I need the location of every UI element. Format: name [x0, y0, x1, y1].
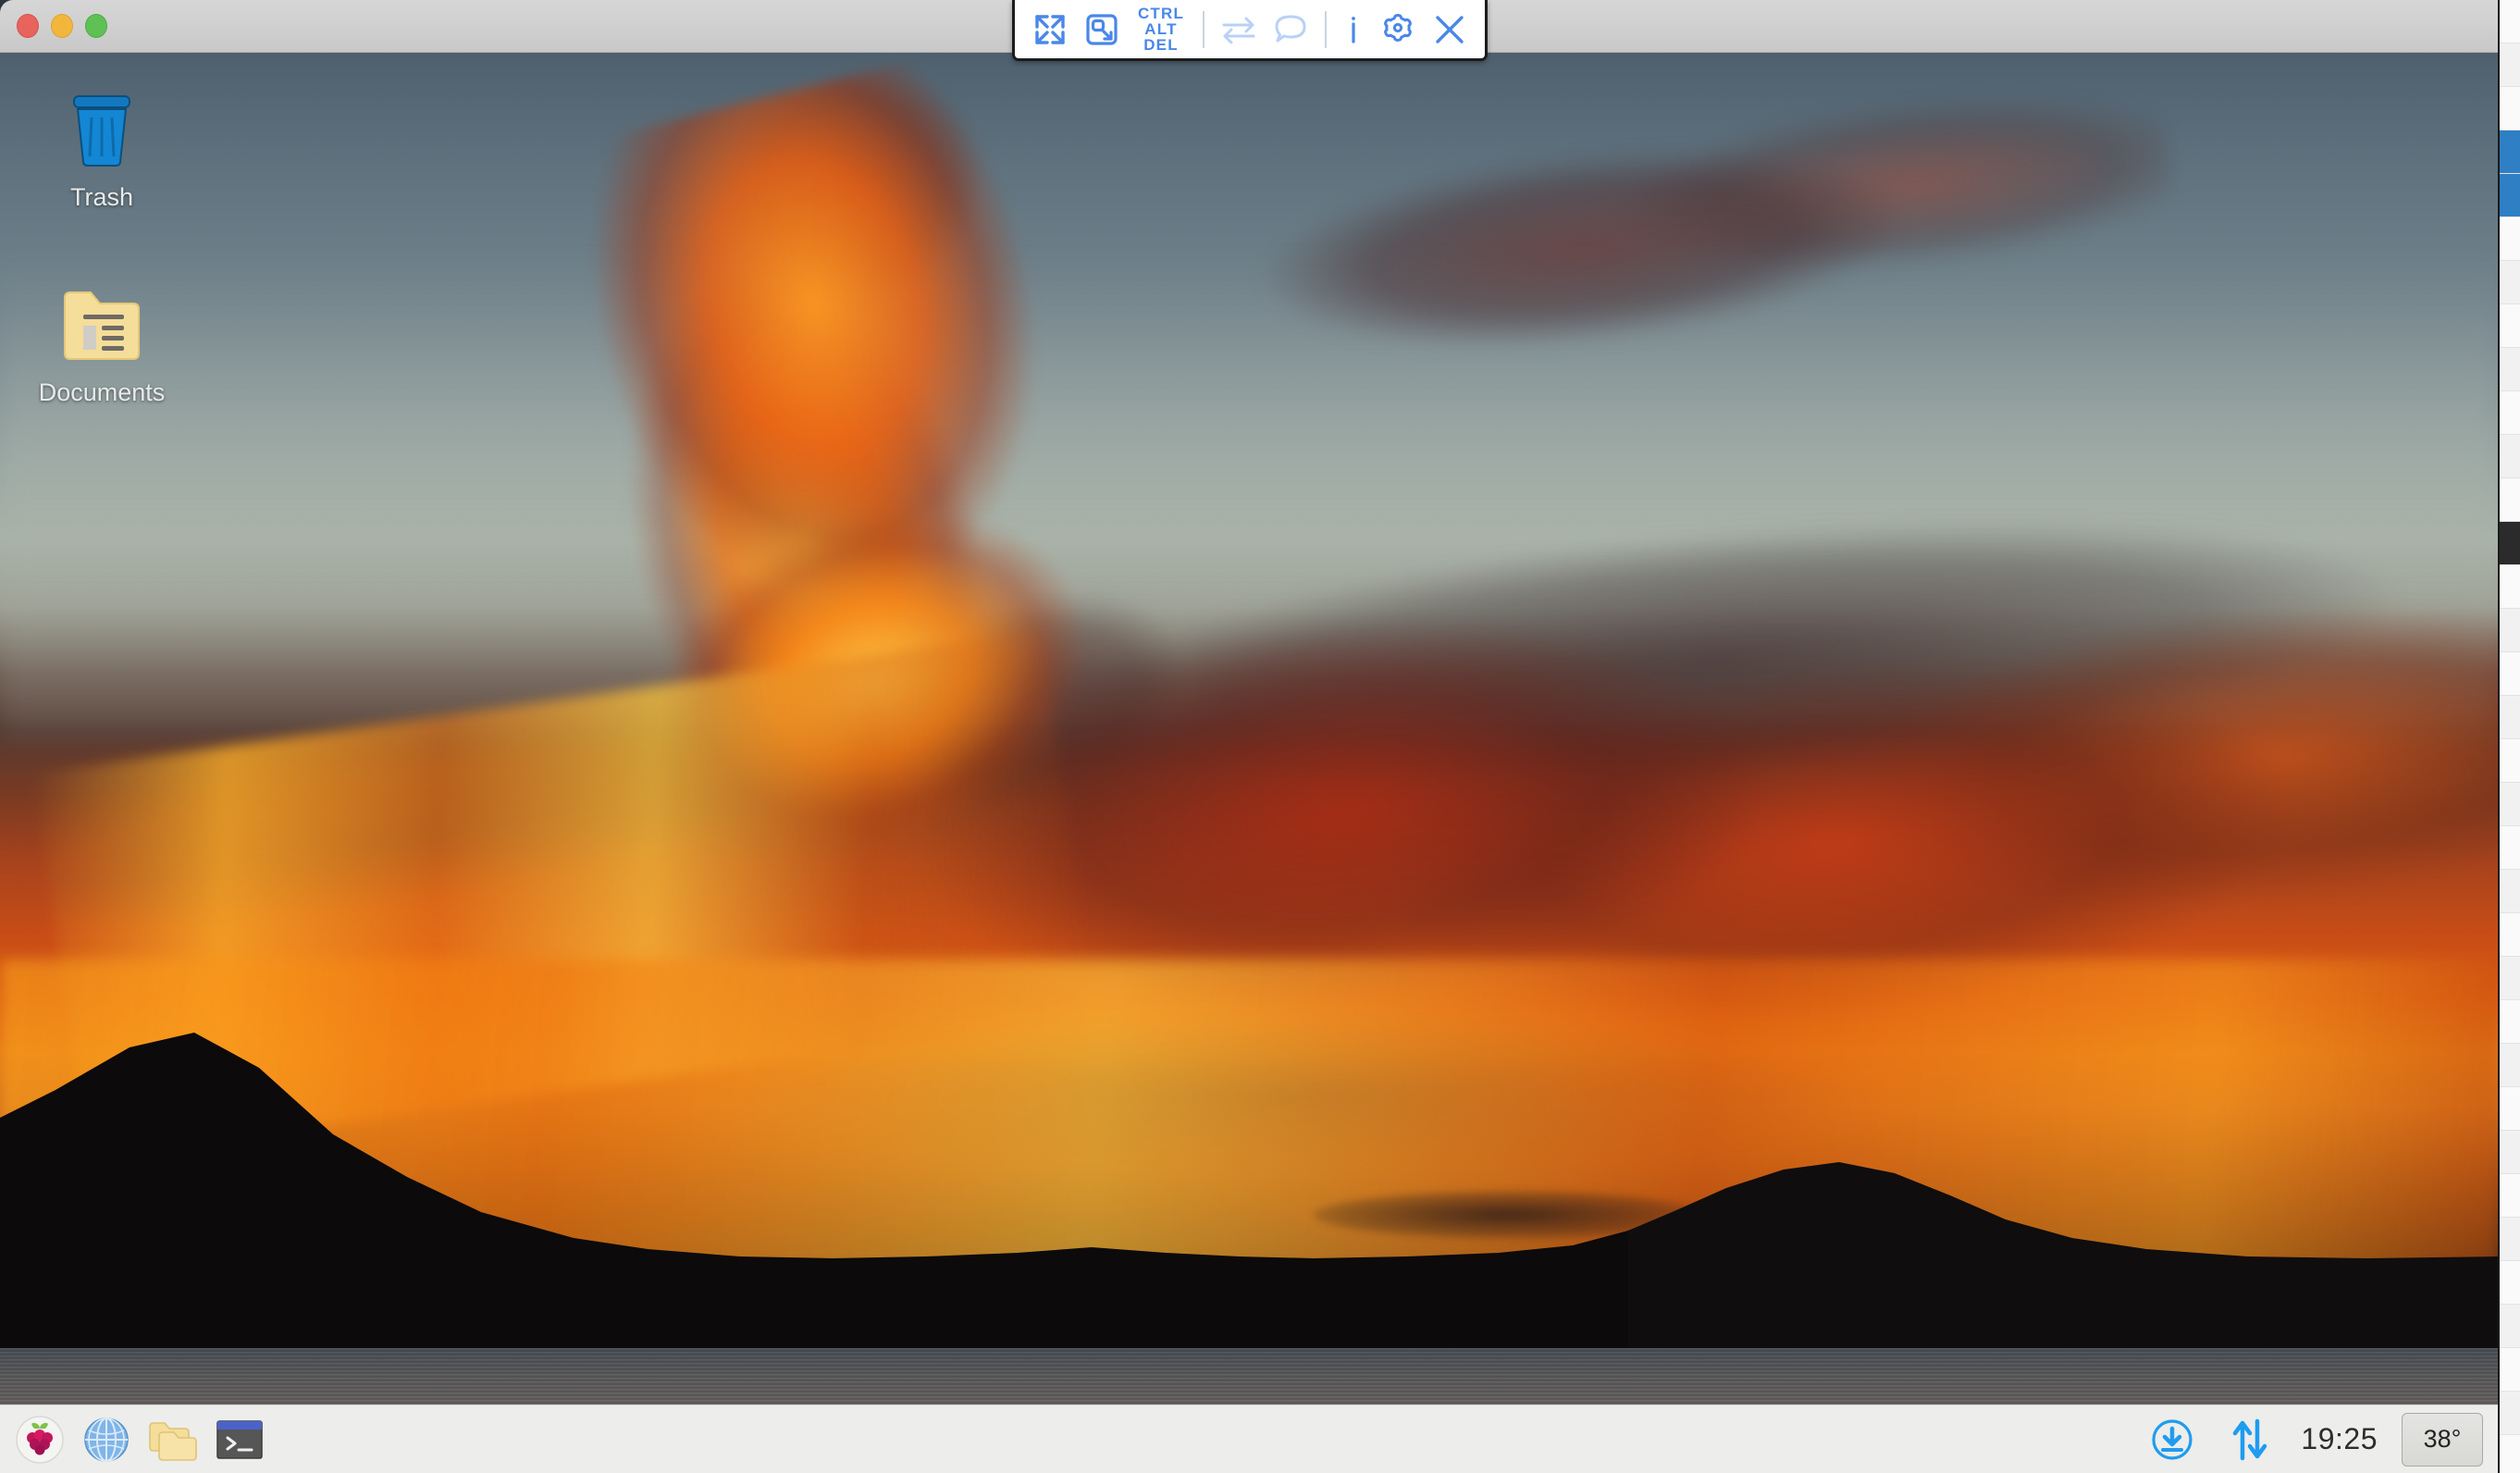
sliver-row [2500, 1174, 2520, 1218]
info-icon [1352, 16, 1355, 43]
sliver-row [2500, 87, 2520, 130]
close-icon [1436, 15, 1464, 43]
file-manager-icon [149, 1421, 197, 1461]
vnc-settings-button[interactable] [1372, 6, 1424, 54]
taskbar-file-manager[interactable] [146, 1413, 200, 1467]
raspberry-pi-icon [16, 1415, 64, 1464]
background-window-sliver[interactable] [2498, 0, 2520, 1473]
sliver-row [2500, 609, 2520, 652]
sliver-row [2500, 1044, 2520, 1087]
maximize-window-button[interactable] [85, 14, 107, 38]
taskbar-terminal[interactable] [213, 1413, 266, 1467]
taskbar-clock[interactable]: 19:25 [2301, 1422, 2378, 1456]
sliver-row [2500, 1087, 2520, 1131]
sliver-row [2500, 522, 2520, 565]
sliver-row [2500, 0, 2520, 43]
sliver-row-selected [2500, 130, 2520, 174]
vnc-scale-window-button[interactable] [1076, 6, 1128, 54]
taskbar-network[interactable] [2223, 1413, 2277, 1467]
vnc-chat-button [1265, 6, 1316, 54]
desktop-icon-trash[interactable]: Trash [19, 90, 185, 212]
vnc-file-transfer-button [1213, 6, 1265, 54]
sliver-row [2500, 1305, 2520, 1348]
cad-line-ctrl: CTRL [1137, 4, 1185, 22]
sliver-row [2500, 696, 2520, 739]
vnc-info-button[interactable] [1335, 6, 1372, 54]
fullscreen-icon [1035, 14, 1065, 44]
scale-window-icon [1086, 13, 1118, 45]
sliver-row [2500, 1000, 2520, 1044]
sliver-row [2500, 1348, 2520, 1392]
toolbar-divider [1325, 10, 1327, 48]
sliver-row [2500, 826, 2520, 870]
chat-icon [1275, 15, 1306, 42]
taskbar-web-browser[interactable] [80, 1413, 133, 1467]
sliver-row [2500, 1435, 2520, 1473]
sliver-row [2500, 261, 2520, 304]
gear-icon [1384, 13, 1412, 42]
remote-desktop[interactable]: Trash Documents 19:25 38° [0, 53, 2498, 1473]
sliver-row [2500, 739, 2520, 783]
sliver-row [2500, 565, 2520, 609]
sliver-row [2500, 870, 2520, 913]
taskbar-raspberry-pi-menu[interactable] [13, 1413, 67, 1467]
sliver-row [2500, 435, 2520, 478]
sliver-row [2500, 1131, 2520, 1174]
mountain-silhouette [0, 1033, 2498, 1405]
network-arrows-icon [2233, 1418, 2267, 1460]
desktop-icon-label: Trash [69, 183, 133, 211]
sliver-row [2500, 478, 2520, 522]
traffic-light-controls [17, 14, 107, 38]
ctrl-alt-del-icon: CTRL ALT DEL [1137, 4, 1185, 55]
vnc-viewer-window: le potato (raspberrypi:0) - VNC Viewer [0, 0, 2520, 1473]
sliver-row [2500, 304, 2520, 348]
sliver-row [2500, 1392, 2520, 1435]
taskbar-updates[interactable] [2145, 1413, 2199, 1467]
download-circle-icon [2152, 1418, 2193, 1460]
trash-can-icon [19, 90, 185, 174]
vnc-close-connection-button[interactable] [1424, 6, 1476, 54]
desktop-wallpaper [0, 53, 2498, 1405]
sliver-row [2500, 217, 2520, 261]
sliver-row-selected [2500, 174, 2520, 217]
taskbar-launchers [0, 1413, 266, 1467]
cad-line-alt: ALT [1144, 19, 1178, 38]
desktop-icon-label: Documents [38, 378, 166, 406]
vnc-toolbar: CTRL ALT DEL [1012, 0, 1488, 61]
globe-icon [84, 1417, 129, 1462]
sliver-row [2500, 43, 2520, 87]
minimize-window-button[interactable] [51, 14, 73, 38]
close-window-button[interactable] [17, 14, 39, 38]
sliver-row [2500, 652, 2520, 696]
cad-line-del: DEL [1143, 36, 1179, 55]
file-transfer-icon [1222, 17, 1255, 43]
sliver-row [2500, 1261, 2520, 1305]
cpu-temperature-button[interactable]: 38° [2402, 1412, 2483, 1467]
sliver-row [2500, 783, 2520, 826]
vnc-fullscreen-button[interactable] [1024, 6, 1076, 54]
terminal-icon [216, 1419, 263, 1459]
taskbar-system-tray: 19:25 38° [2145, 1412, 2498, 1467]
toolbar-divider [1203, 10, 1204, 48]
sliver-row [2500, 913, 2520, 957]
desktop-icon-documents[interactable]: Documents [19, 289, 185, 407]
sliver-row [2500, 957, 2520, 1000]
sliver-row [2500, 391, 2520, 435]
folder-documents-icon [19, 289, 185, 369]
sliver-row [2500, 348, 2520, 391]
vnc-ctrl-alt-del-button[interactable]: CTRL ALT DEL [1128, 4, 1194, 55]
desktop-taskbar: 19:25 38° [0, 1405, 2498, 1473]
sliver-row [2500, 1218, 2520, 1261]
lake-water [0, 1348, 2498, 1405]
